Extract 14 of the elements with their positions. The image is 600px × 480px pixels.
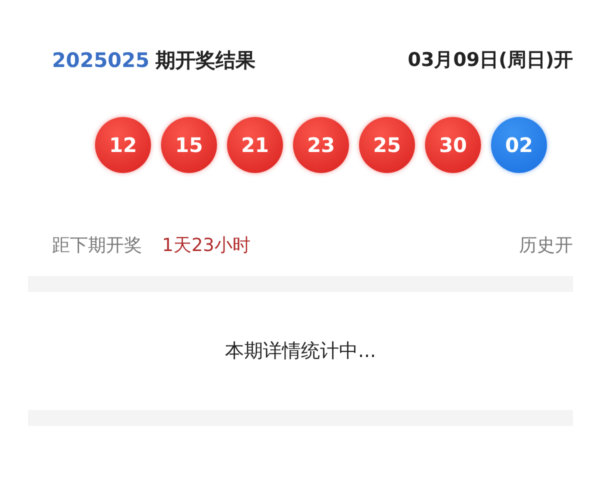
lottery-ball: 30	[425, 117, 481, 173]
lottery-ball: 12	[95, 117, 151, 173]
countdown-value: 1天23小时	[162, 234, 250, 257]
countdown-label: 距下期开奖	[52, 234, 142, 257]
result-title: 期开奖结果	[155, 46, 256, 74]
status-message: 本期详情统计中...	[224, 339, 376, 364]
issue-number: 2025025	[52, 48, 150, 72]
draw-date: 03月09日(周日)开	[408, 48, 573, 73]
lottery-ball: 23	[293, 117, 349, 173]
lottery-ball: 15	[161, 117, 217, 173]
lottery-ball: 02	[491, 117, 547, 173]
lottery-ball: 25	[359, 117, 415, 173]
lottery-ball: 21	[227, 117, 283, 173]
history-link[interactable]: 历史开	[519, 233, 573, 257]
